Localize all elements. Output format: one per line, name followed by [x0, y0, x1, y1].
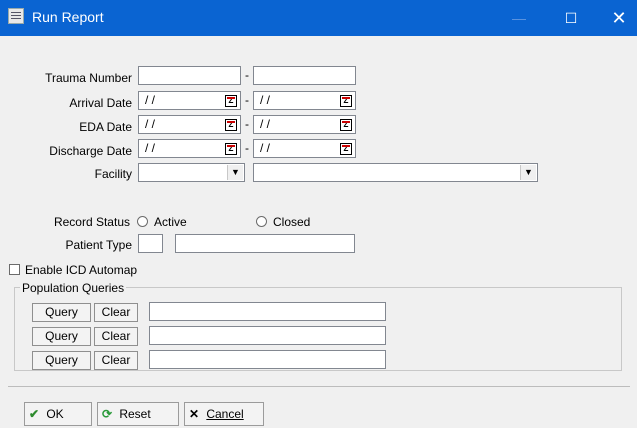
reset-button-label: Reset [119, 407, 151, 421]
enable-icd-automap-checkbox[interactable] [9, 264, 20, 275]
facility-name-dropdown[interactable]: ▼ [253, 163, 538, 182]
calendar-icon[interactable]: Z [225, 143, 237, 155]
calendar-icon[interactable]: Z [340, 119, 352, 131]
facility-code-dropdown[interactable]: ▼ [138, 163, 245, 182]
calendar-icon[interactable]: Z [340, 143, 352, 155]
check-icon: ✔ [28, 407, 40, 421]
maximize-button[interactable]: ☐ [548, 0, 594, 36]
cancel-button-label: Cancel [206, 407, 244, 421]
cancel-button[interactable]: ✕ Cancel [184, 402, 264, 426]
patient-type-label: Patient Type [65, 238, 133, 252]
record-status-label: Record Status [53, 215, 130, 229]
range-separator: - [245, 93, 249, 107]
refresh-icon: ⟳ [101, 407, 113, 421]
calendar-icon[interactable]: Z [225, 95, 237, 107]
clear-button[interactable]: Clear [94, 327, 138, 346]
arrival-date-label: Arrival Date [69, 96, 132, 110]
range-separator: - [245, 117, 249, 131]
trauma-number-to-field[interactable] [253, 66, 356, 85]
reset-button[interactable]: ⟳ Reset [97, 402, 179, 426]
facility-label: Facility [94, 167, 132, 181]
query-button[interactable]: Query [32, 303, 91, 322]
window-title: Run Report [32, 9, 104, 25]
app-icon [8, 8, 24, 24]
query-button[interactable]: Query [32, 351, 91, 370]
population-query-field[interactable] [149, 350, 386, 369]
active-radio-label[interactable]: Active [154, 215, 187, 229]
discharge-date-label: Discharge Date [49, 144, 132, 158]
closed-radio-label[interactable]: Closed [273, 215, 310, 229]
trauma-number-label: Trauma Number [45, 71, 132, 85]
population-query-field[interactable] [149, 302, 386, 321]
range-separator: - [245, 68, 249, 82]
ok-button-label: OK [46, 407, 64, 421]
population-query-field[interactable] [149, 326, 386, 345]
range-separator: - [245, 141, 249, 155]
title-bar[interactable]: Run Report — ☐ ✕ [0, 0, 637, 36]
patient-type-description-field[interactable] [175, 234, 355, 253]
divider [8, 386, 630, 387]
enable-icd-automap-label[interactable]: Enable ICD Automap [25, 263, 137, 277]
population-queries-label: Population Queries [20, 281, 127, 295]
ok-button[interactable]: ✔ OK [24, 402, 92, 426]
patient-type-code-field[interactable] [138, 234, 163, 253]
trauma-number-from-field[interactable] [138, 66, 241, 85]
clear-button[interactable]: Clear [94, 303, 138, 322]
close-button[interactable]: ✕ [596, 0, 637, 36]
query-button[interactable]: Query [32, 327, 91, 346]
chevron-down-icon[interactable]: ▼ [227, 165, 243, 180]
calendar-icon[interactable]: Z [225, 119, 237, 131]
dialog-body: Trauma Number - Arrival Date / / Z - / /… [0, 36, 637, 428]
minimize-button[interactable]: — [496, 0, 542, 36]
clear-button[interactable]: Clear [94, 351, 138, 370]
x-icon: ✕ [188, 407, 200, 421]
chevron-down-icon[interactable]: ▼ [520, 165, 536, 180]
active-radio[interactable] [137, 216, 148, 227]
closed-radio[interactable] [256, 216, 267, 227]
calendar-icon[interactable]: Z [340, 95, 352, 107]
eda-date-label: EDA Date [79, 120, 132, 134]
